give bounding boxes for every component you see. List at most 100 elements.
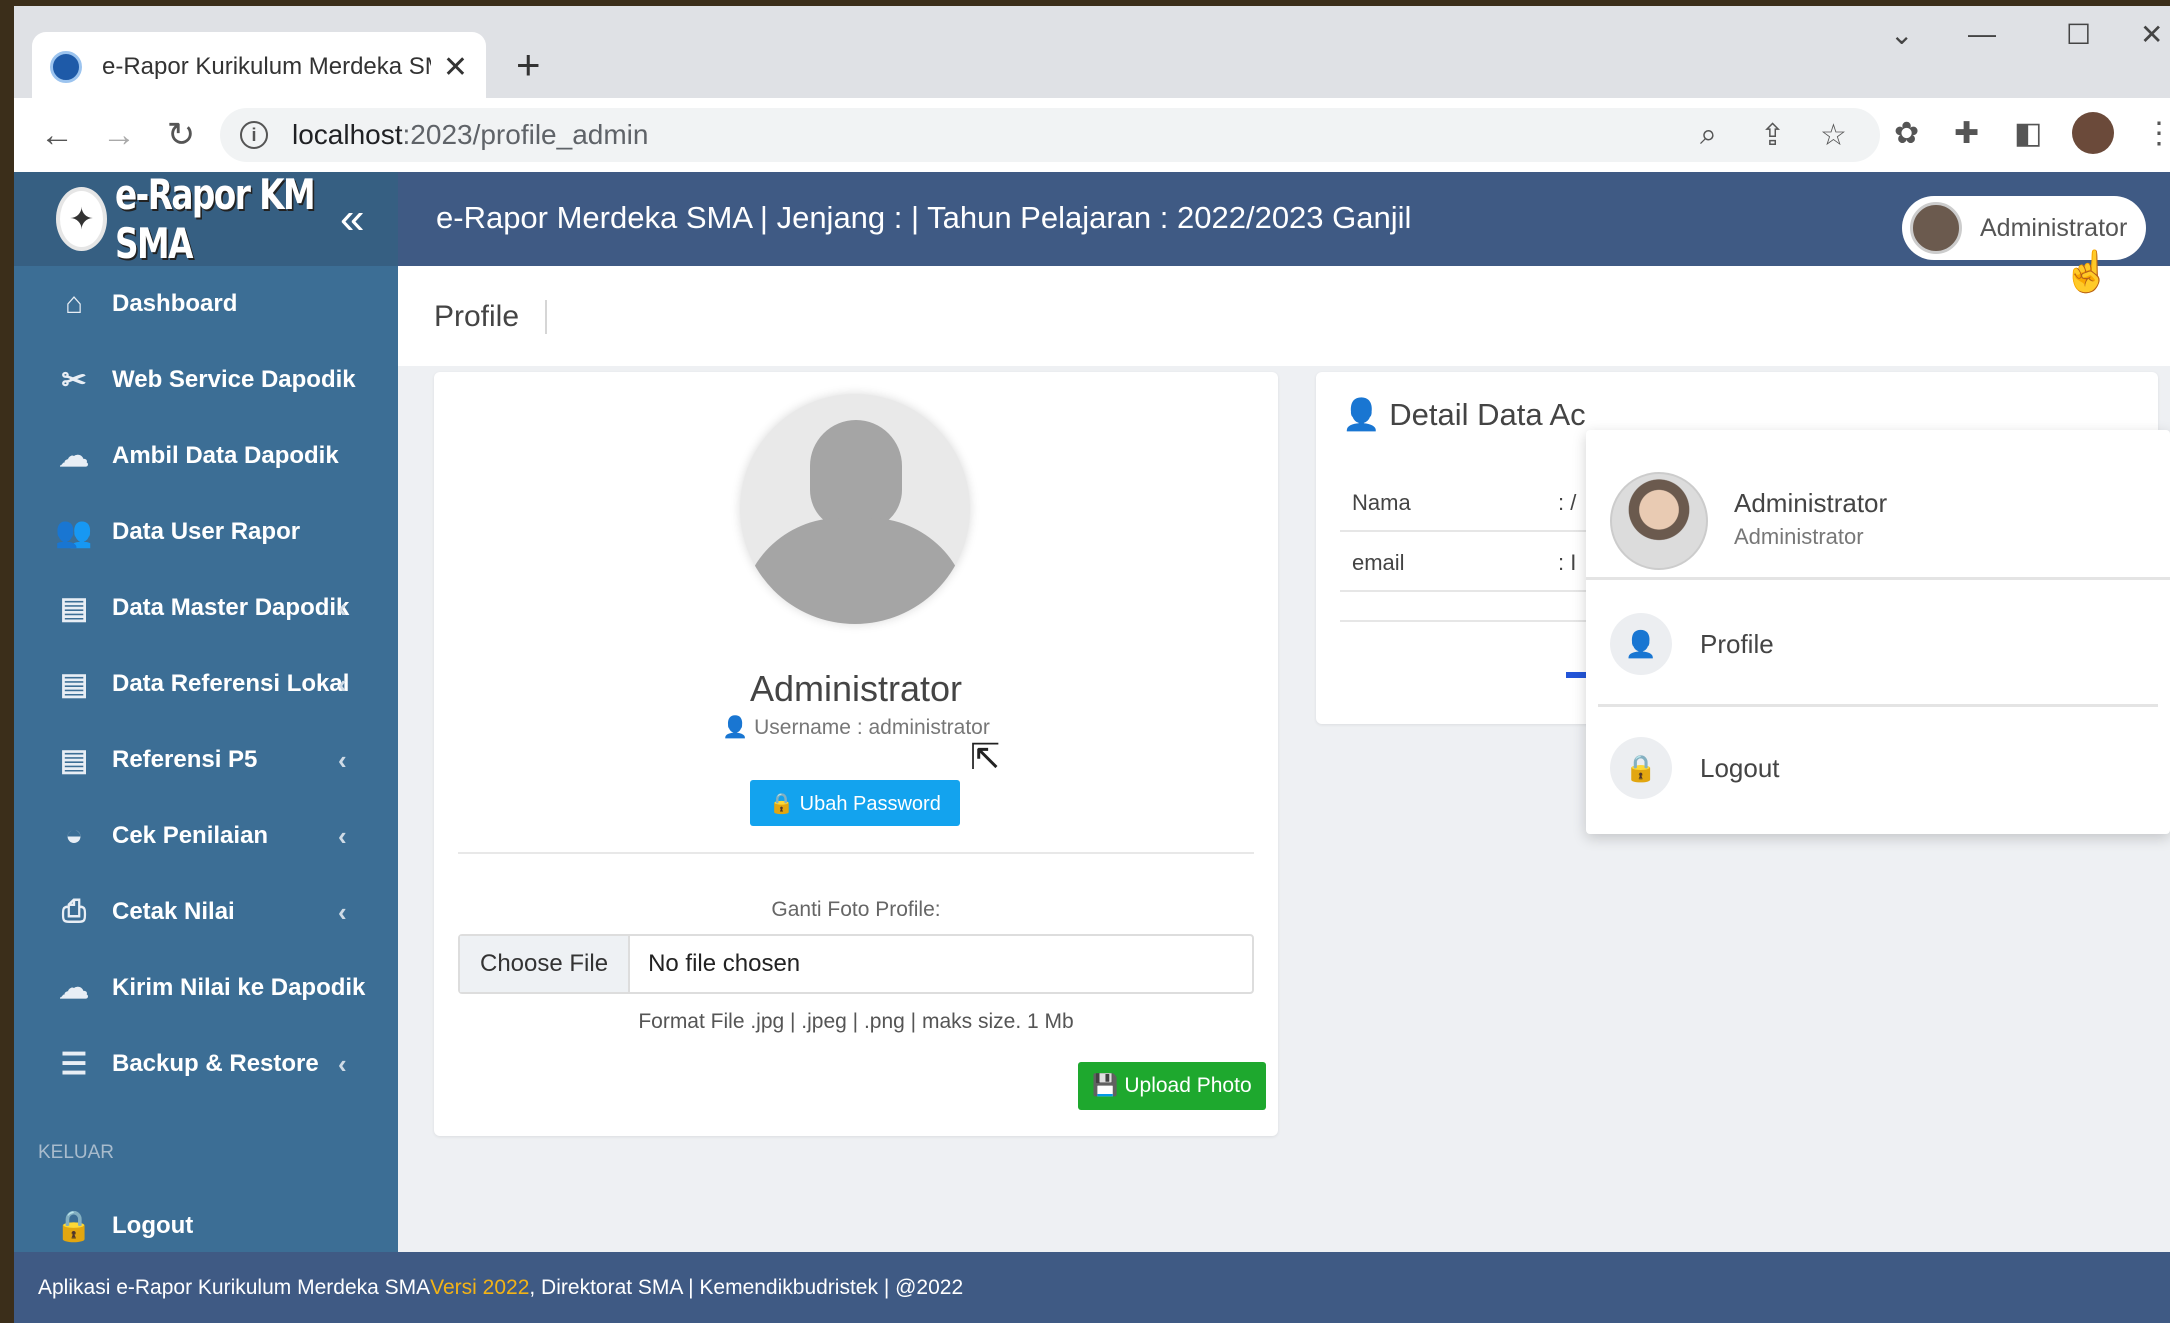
dropdown-item-logout[interactable]: 🔒 Logout — [1586, 710, 2170, 826]
dropdown-item-label: Profile — [1700, 628, 1774, 659]
address-bar[interactable]: i localhost:2023/profile_admin ⌕ ⇪ ☆ — [220, 108, 1880, 162]
sidebar-item-cek-penilaian[interactable]: ◒ Cek Penilaian ‹ — [14, 798, 398, 874]
sidebar-item-label: Data Master Dapodik — [112, 594, 350, 621]
sidebar-item-dashboard[interactable]: ⌂ Dashboard — [14, 266, 398, 342]
chevron-left-icon: ‹ — [338, 592, 347, 623]
brand[interactable]: ✦ e-Rapor KM SMA « — [14, 170, 398, 268]
dropdown-item-label: Logout — [1700, 752, 1780, 783]
profile-username: 👤 Username : administrator — [434, 716, 1278, 740]
chevron-left-icon: ‹ — [338, 820, 347, 851]
user-dropdown-menu: Administrator Administrator 👤 Profile 🔒 … — [1586, 430, 2170, 834]
footer-version: Versi 2022 — [430, 1275, 530, 1299]
photo-file-input[interactable]: Choose File No file chosen — [458, 934, 1254, 994]
user-icon: 👤 — [722, 716, 755, 739]
side-panel-icon[interactable]: ◧ — [2014, 116, 2042, 151]
lock-icon: 🔒 — [55, 1209, 93, 1243]
profile-name: Administrator — [749, 668, 963, 709]
site-info-icon[interactable]: i — [240, 121, 268, 149]
printer-icon: ⎙ — [62, 895, 86, 928]
browser-window: e-Rapor Kurikulum Merdeka SMA ✕ + ⌄ — ☐ … — [14, 6, 2170, 1323]
close-tab-icon[interactable]: ✕ — [443, 50, 468, 85]
sidebar-menu: ⌂ Dashboard ✂ Web Service Dapodik ☁ Ambil Dat… — [14, 266, 398, 1102]
detail-label: Nama — [1352, 490, 1411, 515]
profile-photo — [740, 394, 970, 624]
extensions-puzzle-icon[interactable]: ✚ — [1954, 116, 1979, 151]
detail-title: 👤 Detail Data Ac — [1342, 396, 1586, 433]
footer: Aplikasi e-Rapor Kurikulum Merdeka SMA V… — [14, 1252, 2170, 1323]
color-extension-icon[interactable]: ✿ — [1894, 116, 1919, 151]
page-title: Profile — [434, 300, 548, 334]
footer-suffix: , Direktorat SMA | Kemendikbudristek | @… — [529, 1275, 964, 1299]
browser-toolbar: ← → ↻ i localhost:2023/profile_admin ⌕ ⇪… — [14, 98, 2170, 172]
browser-menu-icon[interactable]: ⋮ — [2144, 116, 2170, 151]
sidebar-item-backup-restore[interactable]: ☰ Backup & Restore ‹ — [14, 1026, 398, 1102]
sidebar-item-web-service-dapodik[interactable]: ✂ Web Service Dapodik — [14, 342, 398, 418]
logo-icon: ✦ — [56, 187, 108, 251]
avatar-body-shape — [740, 518, 970, 624]
collapse-sidebar-icon[interactable]: « — [340, 194, 364, 244]
chevron-left-icon: ‹ — [338, 744, 347, 775]
change-password-label: Ubah Password — [799, 792, 941, 815]
database-icon: ☰ — [60, 1047, 88, 1081]
share-icon[interactable]: ⇪ — [1760, 118, 1785, 153]
app-title: e-Rapor Merdeka SMA | Jenjang : | Tahun … — [436, 200, 1412, 235]
new-tab-icon[interactable]: + — [516, 44, 541, 86]
sidebar-item-data-master-dapodik[interactable]: ▤ Data Master Dapodik ‹ — [14, 570, 398, 646]
profile-card: Administrator 👤 Username : administrator… — [434, 372, 1278, 1136]
cloud-upload-icon: ☁ — [59, 971, 89, 1005]
change-photo-label: Ganti Foto Profile: — [771, 898, 941, 921]
detail-label: email — [1352, 550, 1405, 575]
chevron-left-icon: ‹ — [338, 668, 347, 699]
sidebar-item-cetak-nilai[interactable]: ⎙ Cetak Nilai ‹ — [14, 874, 398, 950]
file-status: No file chosen — [648, 950, 801, 977]
home-icon: ⌂ — [64, 287, 84, 320]
lock-icon: 🔒 — [1610, 737, 1672, 799]
minimize-icon[interactable]: — — [1968, 18, 1996, 50]
browser-profile-avatar[interactable] — [2072, 112, 2114, 154]
bookmark-star-icon[interactable]: ☆ — [1820, 118, 1847, 153]
reload-icon[interactable]: ↻ — [150, 115, 212, 155]
content-header: Profile — [398, 266, 2170, 366]
sidebar-item-data-referensi-lokal[interactable]: ▤ Data Referensi Lokal ‹ — [14, 646, 398, 722]
sidebar-item-label: Dashboard — [112, 290, 238, 317]
tab-search-icon[interactable]: ⌄ — [1890, 18, 1913, 51]
change-password-button[interactable]: 🔒 Ubah Password — [750, 780, 960, 826]
zoom-icon[interactable]: ⌕ — [1700, 118, 1717, 152]
favicon-icon — [50, 51, 82, 83]
tools-icon: ✂ — [61, 363, 87, 397]
user-name: Administrator — [1980, 213, 2128, 242]
choose-file-button[interactable]: Choose File — [460, 936, 631, 992]
back-icon[interactable]: ← — [26, 116, 88, 155]
detail-value: : / — [1558, 490, 1577, 515]
url-path: :2023/profile_admin — [402, 119, 649, 150]
mouse-pointer-icon: ⇱ — [970, 736, 1001, 777]
cloud-download-icon: ☁ — [59, 439, 89, 473]
sidebar-item-label: Backup & Restore — [112, 1050, 319, 1077]
maximize-icon[interactable]: ☐ — [2066, 18, 2091, 51]
chevron-left-icon: ‹ — [338, 1048, 347, 1079]
sidebar-item-label: Logout — [112, 1212, 194, 1239]
forward-icon[interactable]: → — [88, 116, 150, 155]
sidebar-item-data-user-rapor[interactable]: 👥 Data User Rapor — [14, 494, 398, 570]
file-format-note: Format File .jpg | .jpeg | .png | maks s… — [638, 1010, 1074, 1033]
dropdown-divider — [1598, 704, 2158, 707]
sidebar-item-label: Referensi P5 — [112, 746, 258, 773]
upload-photo-button[interactable]: 💾 Upload Photo — [1078, 1062, 1266, 1110]
users-icon: 👥 — [55, 515, 93, 549]
lock-icon: 🔒 — [769, 792, 795, 815]
sidebar-item-kirim-nilai-ke-dapodik[interactable]: ☁ Kirim Nilai ke Dapodik — [14, 950, 398, 1026]
sidebar-item-label: Cek Penilaian — [112, 822, 269, 849]
close-window-icon[interactable]: ✕ — [2140, 18, 2163, 51]
browser-tab[interactable]: e-Rapor Kurikulum Merdeka SMA ✕ — [32, 32, 486, 102]
gauge-icon: ◒ — [64, 819, 84, 852]
sidebar-item-ambil-data-dapodik[interactable]: ☁ Ambil Data Dapodik — [14, 418, 398, 494]
tab-bar: e-Rapor Kurikulum Merdeka SMA ✕ + ⌄ — ☐ … — [14, 6, 2170, 102]
avatar-head-shape — [810, 420, 902, 530]
dropdown-user-role: Administrator — [1734, 524, 1864, 549]
sidebar: ✦ e-Rapor KM SMA « ⌂ Dashboard ✂ Web Servic… — [14, 170, 398, 1252]
dropdown-user-header: Administrator Administrator — [1586, 430, 2170, 580]
dropdown-item-profile[interactable]: 👤 Profile — [1586, 586, 2170, 702]
save-icon: 💾 — [1092, 1074, 1119, 1097]
sidebar-item-referensi-p5[interactable]: ▤ Referensi P5 ‹ — [14, 722, 398, 798]
url-host: localhost — [292, 119, 403, 150]
